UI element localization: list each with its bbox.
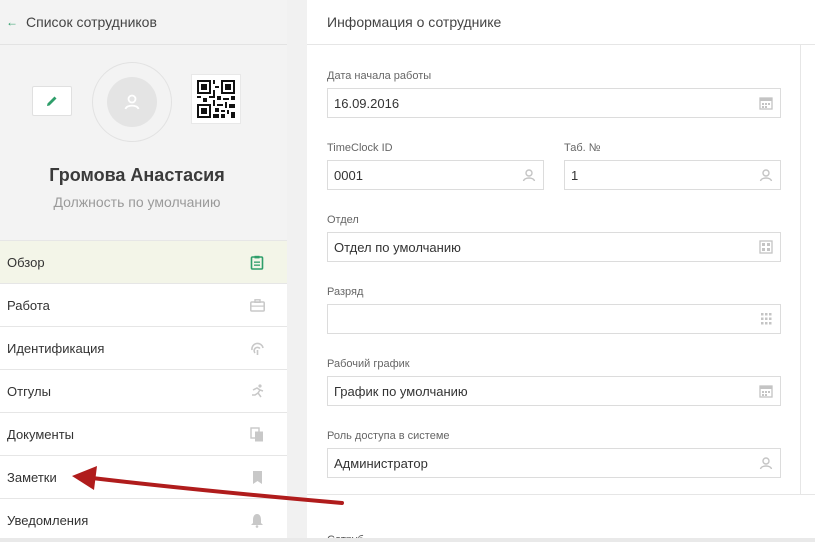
employee-sidebar: ← Список сотрудников Громова Анастасия Д… xyxy=(0,0,287,542)
qr-code-icon[interactable] xyxy=(191,74,241,124)
nav-item-label: Работа xyxy=(7,297,50,313)
pencil-icon xyxy=(47,96,57,106)
nav-item-label: Отгулы xyxy=(7,383,51,399)
bell-icon xyxy=(249,512,265,528)
back-to-employee-list[interactable]: ← Список сотрудников xyxy=(0,0,287,45)
grid-icon[interactable] xyxy=(758,239,774,255)
section-divider xyxy=(307,494,815,495)
employee-position: Должность по умолчанию xyxy=(53,194,221,210)
bookmark-icon xyxy=(249,469,265,485)
department-select[interactable]: Отдел по умолчанию xyxy=(327,232,781,262)
nav-item-label: Идентификация xyxy=(7,340,105,356)
nav-item-label: Заметки xyxy=(7,469,57,485)
nav-item-label: Документы xyxy=(7,426,75,442)
clipboard-icon xyxy=(249,254,265,270)
fingerprint-icon xyxy=(249,340,265,356)
tab-number-field[interactable]: 1 xyxy=(564,160,781,190)
department-label: Отдел xyxy=(327,214,359,226)
documents-icon xyxy=(249,426,265,442)
user-icon xyxy=(521,167,537,183)
nav-item-documents[interactable]: Документы xyxy=(0,412,287,455)
employee-info-panel: Информация о сотруднике Дата начала рабо… xyxy=(307,0,815,542)
calendar-icon[interactable] xyxy=(758,95,774,111)
nav-item-work[interactable]: Работа xyxy=(0,283,287,326)
user-icon xyxy=(124,94,140,110)
timeclock-id-label: TimeClock ID xyxy=(327,142,393,154)
employee-nav: Обзор Работа Идентификация Отгулы Докуме… xyxy=(0,240,287,541)
grade-select[interactable] xyxy=(327,304,781,334)
tab-number-label: Таб. № xyxy=(564,142,601,154)
nav-item-label: Уведомления xyxy=(7,512,89,528)
timeclock-id-field[interactable]: 0001 xyxy=(327,160,544,190)
dots-grid-icon[interactable] xyxy=(758,311,774,327)
role-select[interactable]: Администратор xyxy=(327,448,781,478)
nav-item-notifications[interactable]: Уведомления xyxy=(0,498,287,541)
role-label: Роль доступа в системе xyxy=(327,430,450,442)
schedule-value: График по умолчанию xyxy=(334,383,468,399)
grade-label: Разряд xyxy=(327,286,364,298)
nav-item-label: Обзор xyxy=(7,254,45,270)
user-icon xyxy=(758,167,774,183)
nav-item-notes[interactable]: Заметки xyxy=(0,455,287,498)
avatar[interactable] xyxy=(92,62,172,142)
department-value: Отдел по умолчанию xyxy=(334,239,461,255)
scroll-divider xyxy=(800,45,801,495)
bottom-edge xyxy=(0,538,815,542)
panel-title: Информация о сотруднике xyxy=(307,0,815,45)
tab-number-value: 1 xyxy=(571,167,579,183)
briefcase-icon xyxy=(249,297,265,313)
start-date-label: Дата начала работы xyxy=(327,70,432,82)
start-date-field[interactable]: 16.09.2016 xyxy=(327,88,781,118)
nav-item-time-off[interactable]: Отгулы xyxy=(0,369,287,412)
edit-profile-button[interactable] xyxy=(32,86,72,116)
role-value: Администратор xyxy=(334,455,428,471)
nav-item-overview[interactable]: Обзор xyxy=(0,240,287,283)
timeclock-id-value: 0001 xyxy=(334,167,363,183)
profile-card: Громова Анастасия Должность по умолчанию xyxy=(0,45,287,240)
start-date-value: 16.09.2016 xyxy=(334,95,400,111)
back-label: Список сотрудников xyxy=(26,14,157,30)
running-person-icon xyxy=(249,383,265,399)
arrow-left-icon: ← xyxy=(6,15,18,29)
employee-name: Громова Анастасия xyxy=(49,165,225,185)
schedule-select[interactable]: График по умолчанию xyxy=(327,376,781,406)
schedule-label: Рабочий график xyxy=(327,358,410,370)
user-icon xyxy=(758,455,774,471)
nav-item-identification[interactable]: Идентификация xyxy=(0,326,287,369)
calendar-icon[interactable] xyxy=(758,383,774,399)
